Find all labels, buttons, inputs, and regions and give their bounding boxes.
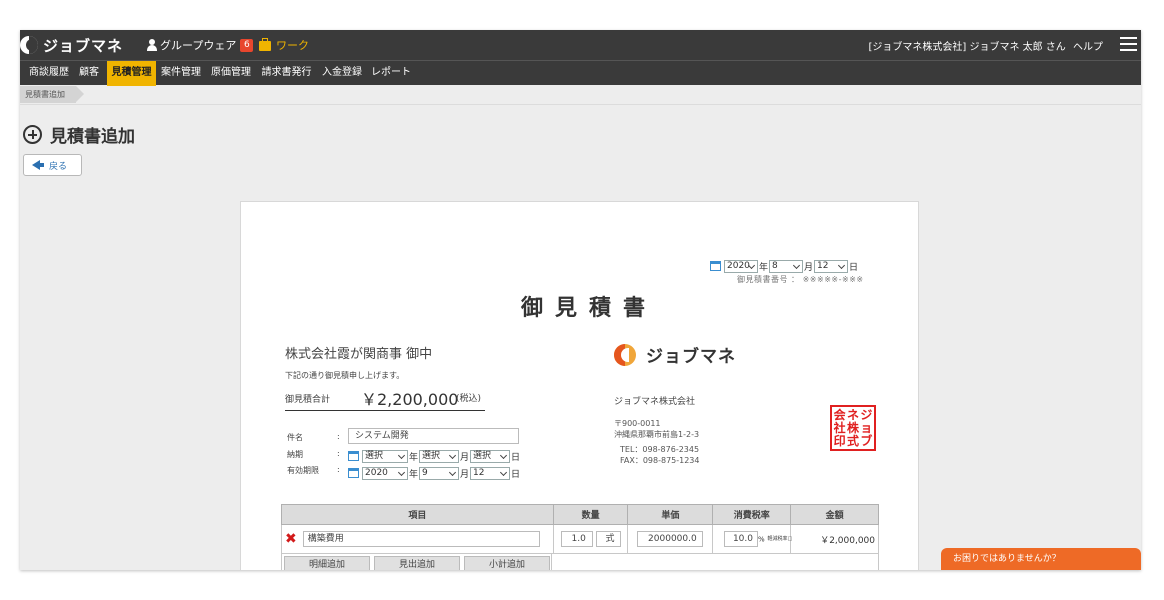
issue-year-select[interactable]: 2020 [724,260,758,273]
help-link[interactable]: ヘルプ [1073,42,1103,53]
nav-item-payments[interactable]: 入金登録 [320,61,364,86]
groupware-link[interactable]: グループウェア 6 [147,37,254,53]
unit-input[interactable]: 式 [595,531,621,547]
menu-icon[interactable] [1120,37,1137,51]
nav-item-estimates[interactable]: 見積管理 [107,61,156,86]
valid-day-select[interactable]: 12 [470,467,511,480]
calendar-icon[interactable] [348,467,359,478]
delivery-label: 納期 [287,450,303,459]
column-header-unit-price: 単価 [627,504,714,525]
delivery-day-select[interactable]: 選択 [470,450,511,463]
nav-item-negotiation-history[interactable]: 商談履歴 [27,61,71,86]
add-subtotal-button[interactable]: 小計追加 [464,556,550,570]
valid-month-select[interactable]: 9 [419,467,460,480]
quantity-input[interactable]: 1.0 [560,531,593,547]
tax-included-label: (税込) [456,394,482,404]
valid-until-date: 2020 年 9 月 12 日 [348,463,521,482]
nav-item-invoices[interactable]: 請求書発行 [260,61,313,86]
company-name: ジョブマネ株式会社 [614,397,696,407]
total-value: ￥2,200,000 [361,390,459,409]
app-logo[interactable]: ジョブマネ [20,35,123,55]
table-row: ✖ 構築費用 1.0 式 2000000.0 10.0% 軽減税率□ ￥2,000… [281,524,879,554]
fax: FAX：098-875-1234 [620,456,700,465]
plus-circle-icon [23,125,42,144]
street-address: 沖縄県那覇市前島1-2-3 [614,430,700,439]
column-header-item: 項目 [281,504,554,525]
back-button[interactable]: 戻る [23,154,82,176]
column-header-tax-rate: 消費税率 [712,504,792,525]
estimate-document: 2020 年 8 月 12 日 御見積書番号 ： ※※※※※-※※※ 御見積書 株式会社霞… [240,201,919,570]
calendar-icon[interactable] [348,450,359,461]
estimate-number: 御見積書番号 ： ※※※※※-※※※ [737,275,864,284]
phone: TEL：098-876-2345 [620,445,700,454]
valid-year-select[interactable]: 2020 [362,467,408,480]
issue-date: 2020 年 8 月 12 日 [710,256,859,275]
breadcrumb-bar: 見積書追加 [20,85,1141,105]
nav-item-costs[interactable]: 原価管理 [209,61,253,86]
estimate-note: 下記の通り御見積申し上げます。 [285,371,405,380]
work-link[interactable]: ワーク [259,37,309,53]
add-heading-button[interactable]: 見出追加 [374,556,460,570]
breadcrumb: 見積書追加 [20,86,84,103]
postal-code: 〒900-0011 [614,419,661,428]
back-label: 戻る [49,161,68,172]
page-heading: 見積書追加 [23,122,135,147]
delivery-year-select[interactable]: 選択 [362,450,408,463]
company-seal: 会ネジ 社株ョ 印式ブ [830,405,876,451]
logo-text: ジョブマネ [43,36,124,55]
table-header-row: 項目 数量 単価 消費税率 金額 [281,504,879,525]
company-logo-icon [614,343,636,366]
unit-price-input[interactable]: 2000000.0 [637,531,704,547]
main-nav: 商談履歴 顧客 見積管理 案件管理 原価管理 請求書発行 入金登録 レポート [20,60,1141,86]
issue-day-select[interactable]: 12 [814,260,849,273]
column-header-amount: 金額 [790,504,879,525]
delete-row-icon[interactable]: ✖ [285,531,297,547]
nav-item-customers[interactable]: 顧客 [74,61,104,86]
user-info[interactable]: [ジョブマネ株式会社] ジョブマネ 太郎 さん [868,42,1065,53]
subject-input[interactable]: システム開発 [348,428,519,444]
notification-badge: 6 [240,38,254,52]
tax-rate-input[interactable]: 10.0 [723,531,758,547]
valid-until-label: 有効期限 [287,466,319,475]
back-arrow-icon [32,160,44,170]
logo-icon [20,36,38,54]
top-bar: ジョブマネ グループウェア 6 ワーク [ジョブマネ株式会社] ジョブマネ 太郎… [20,30,1141,60]
item-name-input[interactable]: 構築費用 [302,531,540,547]
person-icon [147,39,157,51]
issue-month-select[interactable]: 8 [769,260,804,273]
user-area: [ジョブマネ株式会社] ジョブマネ 太郎 さん ヘルプ [868,38,1103,53]
recipient: 株式会社霞が関商事 御中 [285,347,433,362]
briefcase-icon [259,38,271,51]
total-underline [285,410,485,411]
app-window: ジョブマネ グループウェア 6 ワーク [ジョブマネ株式会社] ジョブマネ 太郎… [20,30,1141,570]
reduced-tax-checkbox[interactable]: 軽減税率□ [768,536,793,542]
column-header-quantity: 数量 [552,504,629,525]
add-detail-button[interactable]: 明細追加 [284,556,370,570]
nav-item-projects[interactable]: 案件管理 [159,61,203,86]
company-logo: ジョブマネ [614,342,736,367]
page-title: 見積書追加 [50,127,135,147]
work-label: ワーク [276,39,309,52]
company-address: 〒900-0011 沖縄県那覇市前島1-2-3 TEL：098-876-2345… [614,418,700,466]
help-chat-tab[interactable]: お困りではありませんか？ [941,548,1141,570]
delivery-month-select[interactable]: 選択 [419,450,460,463]
groupware-label: グループウェア [160,39,237,52]
total-label: 御見積合計 [285,395,331,405]
nav-item-reports[interactable]: レポート [370,61,412,86]
document-title: 御見積書 [521,296,658,321]
line-items-table: 項目 数量 単価 消費税率 金額 ✖ 構築費用 1.0 式 2000000.0 1… [281,504,879,554]
amount-cell: ￥2,000,000 [790,524,879,554]
calendar-icon[interactable] [710,260,721,271]
subject-label: 件名 [287,433,303,442]
